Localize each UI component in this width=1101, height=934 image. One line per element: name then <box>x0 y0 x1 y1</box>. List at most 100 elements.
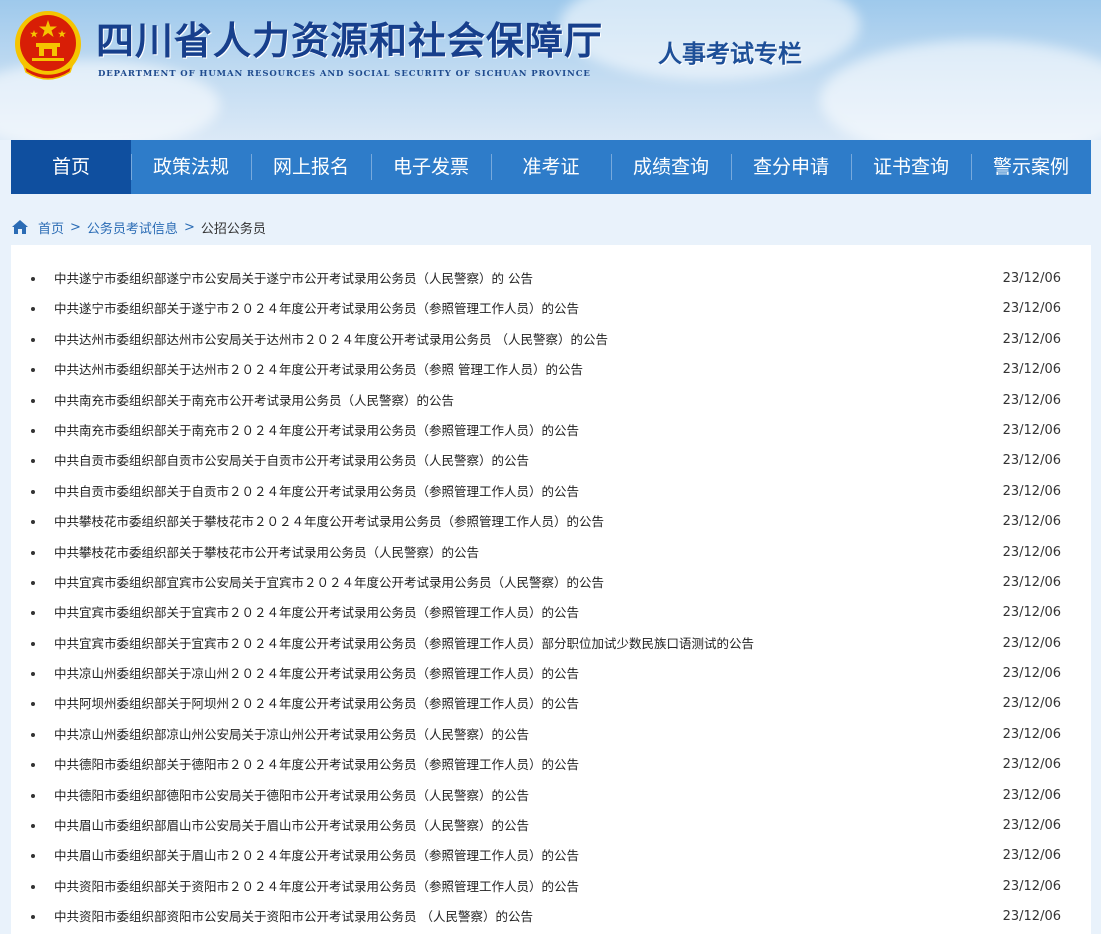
article-date: 23/12/06 <box>1002 483 1061 499</box>
cloud-decoration <box>820 40 1101 140</box>
list-item: 中共攀枝花市委组织部关于攀枝花市２０２４年度公开考试录用公务员（参照管理工作人员… <box>11 507 1091 537</box>
article-date: 23/12/06 <box>1002 666 1061 682</box>
list-item: 中共遂宁市委组织部关于遂宁市２０２４年度公开考试录用公务员（参照管理工作人员）的… <box>11 294 1091 324</box>
bullet-icon <box>31 307 35 312</box>
list-item: 中共凉山州委组织部关于凉山州２０２４年度公开考试录用公务员（参照管理工作人员）的… <box>11 659 1091 689</box>
nav-item-8[interactable]: 警示案例 <box>971 140 1091 194</box>
bullet-icon <box>31 702 35 707</box>
article-link[interactable]: 中共阿坝州委组织部关于阿坝州２０２４年度公开考试录用公务员（参照管理工作人员）的… <box>54 689 579 719</box>
list-item: 中共宜宾市委组织部关于宜宾市２０２４年度公开考试录用公务员（参照管理工作人员）部… <box>11 629 1091 659</box>
article-link[interactable]: 中共南充市委组织部关于南充市２０２４年度公开考试录用公务员（参照管理工作人员）的… <box>54 416 579 446</box>
article-date: 23/12/06 <box>1002 635 1061 651</box>
article-link[interactable]: 中共凉山州委组织部关于凉山州２０２４年度公开考试录用公务员（参照管理工作人员）的… <box>54 659 579 689</box>
article-date: 23/12/06 <box>1002 453 1061 469</box>
article-link[interactable]: 中共资阳市委组织部关于资阳市２０２４年度公开考试录用公务员（参照管理工作人员）的… <box>54 872 579 902</box>
bullet-icon <box>31 824 35 829</box>
bullet-icon <box>31 793 35 798</box>
nav-item-3[interactable]: 电子发票 <box>371 140 491 194</box>
nav-item-1[interactable]: 政策法规 <box>131 140 251 194</box>
article-date: 23/12/06 <box>1002 878 1061 894</box>
article-link[interactable]: 中共凉山州委组织部凉山州公安局关于凉山州公开考试录用公务员（人民警察）的公告 <box>54 720 529 750</box>
article-date: 23/12/06 <box>1002 848 1061 864</box>
article-link[interactable]: 中共攀枝花市委组织部关于攀枝花市２０２４年度公开考试录用公务员（参照管理工作人员… <box>54 507 604 537</box>
list-item: 中共眉山市委组织部眉山市公安局关于眉山市公开考试录用公务员（人民警察）的公告 23… <box>11 811 1091 841</box>
article-link[interactable]: 中共自贡市委组织部自贡市公安局关于自贡市公开考试录用公务员（人民警察）的公告 <box>54 446 529 476</box>
bullet-icon <box>31 489 35 494</box>
bullet-icon <box>31 672 35 677</box>
bullet-icon <box>31 763 35 768</box>
article-link[interactable]: 中共达州市委组织部达州市公安局关于达州市２０２４年度公开考试录用公务员 （人民警… <box>54 325 608 355</box>
article-link[interactable]: 中共攀枝花市委组织部关于攀枝花市公开考试录用公务员（人民警察）的公告 <box>54 538 479 568</box>
list-item: 中共宜宾市委组织部宜宾市公安局关于宜宾市２０２４年度公开考试录用公务员（人民警察… <box>11 568 1091 598</box>
bullet-icon <box>31 337 35 342</box>
article-date: 23/12/06 <box>1002 331 1061 347</box>
list-item: 中共德阳市委组织部关于德阳市２０２４年度公开考试录用公务员（参照管理工作人员）的… <box>11 750 1091 780</box>
nav-item-6[interactable]: 查分申请 <box>731 140 851 194</box>
article-date: 23/12/06 <box>1002 362 1061 378</box>
bullet-icon <box>31 459 35 464</box>
article-link[interactable]: 中共宜宾市委组织部关于宜宾市２０２４年度公开考试录用公务员（参照管理工作人员）部… <box>54 629 754 659</box>
bullet-icon <box>31 854 35 859</box>
article-link[interactable]: 中共南充市委组织部关于南充市公开考试录用公务员（人民警察）的公告 <box>54 386 454 416</box>
article-link[interactable]: 中共眉山市委组织部关于眉山市２０２４年度公开考试录用公务员（参照管理工作人员）的… <box>54 841 579 871</box>
list-item: 中共自贡市委组织部自贡市公安局关于自贡市公开考试录用公务员（人民警察）的公告 23… <box>11 446 1091 476</box>
article-date: 23/12/06 <box>1002 726 1061 742</box>
site-title: 四川省人力资源和社会保障厅 <box>96 18 604 63</box>
bullet-icon <box>31 428 35 433</box>
article-link[interactable]: 中共达州市委组织部关于达州市２０２４年度公开考试录用公务员（参照 管理工作人员）… <box>54 355 583 385</box>
nav-item-2[interactable]: 网上报名 <box>251 140 371 194</box>
article-link[interactable]: 中共德阳市委组织部德阳市公安局关于德阳市公开考试录用公务员（人民警察）的公告 <box>54 781 529 811</box>
bullet-icon <box>31 732 35 737</box>
article-link[interactable]: 中共宜宾市委组织部关于宜宾市２０２４年度公开考试录用公务员（参照管理工作人员）的… <box>54 598 579 628</box>
list-item: 中共凉山州委组织部凉山州公安局关于凉山州公开考试录用公务员（人民警察）的公告 23… <box>11 720 1091 750</box>
list-item: 中共眉山市委组织部关于眉山市２０２４年度公开考试录用公务员（参照管理工作人员）的… <box>11 841 1091 871</box>
article-link[interactable]: 中共自贡市委组织部关于自贡市２０２４年度公开考试录用公务员（参照管理工作人员）的… <box>54 477 579 507</box>
article-link[interactable]: 中共德阳市委组织部关于德阳市２０２４年度公开考试录用公务员（参照管理工作人员）的… <box>54 750 579 780</box>
bullet-icon <box>31 368 35 373</box>
article-list: 中共遂宁市委组织部遂宁市公安局关于遂宁市公开考试录用公务员（人民警察）的 公告 2… <box>11 264 1091 933</box>
site-header: 四川省人力资源和社会保障厅 DEPARTMENT OF HUMAN RESOUR… <box>0 0 1101 140</box>
list-item: 中共南充市委组织部关于南充市２０２４年度公开考试录用公务员（参照管理工作人员）的… <box>11 416 1091 446</box>
article-date: 23/12/06 <box>1002 909 1061 925</box>
article-link[interactable]: 中共遂宁市委组织部关于遂宁市２０２４年度公开考试录用公务员（参照管理工作人员）的… <box>54 294 579 324</box>
bullet-icon <box>31 398 35 403</box>
article-date: 23/12/06 <box>1002 605 1061 621</box>
list-item: 中共自贡市委组织部关于自贡市２０２４年度公开考试录用公务员（参照管理工作人员）的… <box>11 477 1091 507</box>
list-item: 中共达州市委组织部关于达州市２０２４年度公开考试录用公务员（参照 管理工作人员）… <box>11 355 1091 385</box>
breadcrumb-current: 公招公务员 <box>200 221 266 237</box>
nav-item-4[interactable]: 准考证 <box>491 140 611 194</box>
bullet-icon <box>31 884 35 889</box>
article-link[interactable]: 中共资阳市委组织部资阳市公安局关于资阳市公开考试录用公务员 （人民警察）的公告 <box>54 902 533 932</box>
article-date: 23/12/06 <box>1002 696 1061 712</box>
nav-item-5[interactable]: 成绩查询 <box>611 140 731 194</box>
article-link[interactable]: 中共眉山市委组织部眉山市公安局关于眉山市公开考试录用公务员（人民警察）的公告 <box>54 811 529 841</box>
bullet-icon <box>31 580 35 585</box>
article-link[interactable]: 中共遂宁市委组织部遂宁市公安局关于遂宁市公开考试录用公务员（人民警察）的 公告 <box>54 264 533 294</box>
article-date: 23/12/06 <box>1002 544 1061 560</box>
list-item: 中共达州市委组织部达州市公安局关于达州市２０２４年度公开考试录用公务员 （人民警… <box>11 325 1091 355</box>
breadcrumb-home-link[interactable]: 首页 <box>38 218 64 237</box>
list-item: 中共阿坝州委组织部关于阿坝州２０２４年度公开考试录用公务员（参照管理工作人员）的… <box>11 689 1091 719</box>
list-item: 中共资阳市委组织部资阳市公安局关于资阳市公开考试录用公务员 （人民警察）的公告 2… <box>11 902 1091 932</box>
bullet-icon <box>31 550 35 555</box>
article-date: 23/12/06 <box>1002 422 1061 438</box>
main-nav: 首页 政策法规 网上报名 电子发票 准考证 成绩查询 查分申请 证书查询 警示案例 <box>11 140 1091 194</box>
list-item: 中共资阳市委组织部关于资阳市２０２４年度公开考试录用公务员（参照管理工作人员）的… <box>11 872 1091 902</box>
breadcrumb-separator: > <box>183 219 195 235</box>
breadcrumb-level1-link[interactable]: 公务员考试信息 <box>87 218 178 237</box>
list-item: 中共宜宾市委组织部关于宜宾市２０２４年度公开考试录用公务员（参照管理工作人员）的… <box>11 598 1091 628</box>
breadcrumb-separator: > <box>70 219 81 235</box>
national-emblem-icon <box>15 11 81 80</box>
list-item: 中共遂宁市委组织部遂宁市公安局关于遂宁市公开考试录用公务员（人民警察）的 公告 2… <box>11 264 1091 294</box>
nav-item-0[interactable]: 首页 <box>11 140 131 194</box>
article-list-panel: 中共遂宁市委组织部遂宁市公安局关于遂宁市公开考试录用公务员（人民警察）的 公告 2… <box>11 245 1091 934</box>
list-item: 中共南充市委组织部关于南充市公开考试录用公务员（人民警察）的公告 23/12/06 <box>11 386 1091 416</box>
article-date: 23/12/06 <box>1002 574 1061 590</box>
bullet-icon <box>31 277 35 281</box>
nav-item-7[interactable]: 证书查询 <box>851 140 971 194</box>
article-date: 23/12/06 <box>1002 514 1061 530</box>
bullet-icon <box>31 520 35 525</box>
article-link[interactable]: 中共宜宾市委组织部宜宾市公安局关于宜宾市２０２４年度公开考试录用公务员（人民警察… <box>54 568 604 598</box>
article-date: 23/12/06 <box>1002 301 1061 317</box>
site-subtitle: DEPARTMENT OF HUMAN RESOURCES AND SOCIAL… <box>98 69 591 79</box>
